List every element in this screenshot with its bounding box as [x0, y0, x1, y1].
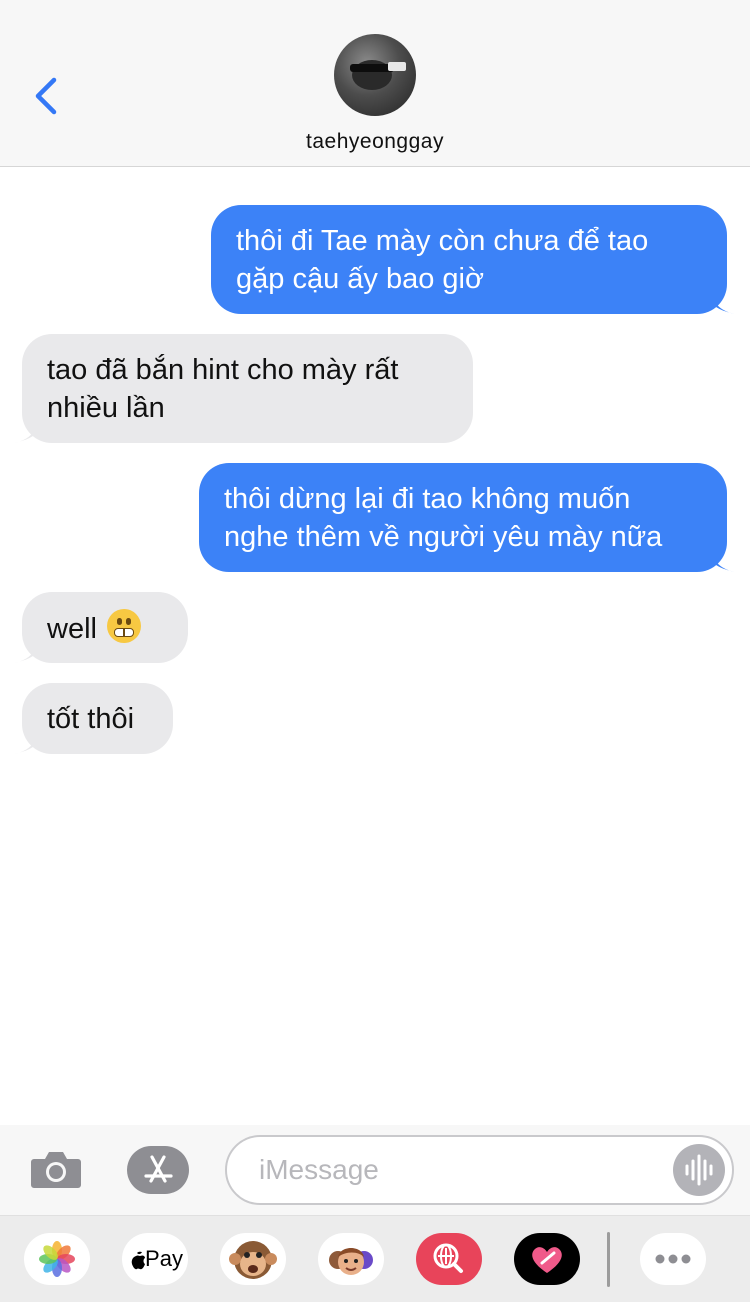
drawer-divider — [607, 1232, 610, 1287]
app-store-icon[interactable] — [127, 1146, 189, 1194]
message-input-placeholder: iMessage — [259, 1154, 379, 1185]
photos-icon[interactable] — [24, 1233, 90, 1285]
message-text: well — [47, 613, 97, 645]
camera-icon[interactable] — [30, 1149, 82, 1189]
message-line: gặp cậu ấy bao giờ — [236, 263, 484, 295]
app-drawer: Pay — [0, 1215, 750, 1302]
chevron-left-icon[interactable] — [30, 72, 66, 120]
memoji-stickers-icon[interactable] — [318, 1233, 384, 1285]
message-input-bar: iMessage — [0, 1125, 750, 1215]
message-line: thôi dừng lại đi tao không muốn — [224, 483, 631, 515]
contact-name[interactable]: taehyeonggay — [0, 130, 750, 154]
message-line: nghe thêm về người yêu mày nữa — [224, 521, 663, 553]
message-bubble-received[interactable]: tốt thôi — [13, 683, 173, 754]
message-line: nhiều lần — [47, 392, 165, 424]
web-images-search-icon[interactable] — [416, 1233, 482, 1285]
message-line: thôi đi Tae mày còn chưa để tao — [236, 225, 649, 257]
message-line: tao đã bắn hint cho mày rất — [47, 354, 399, 386]
animoji-monkey-icon[interactable] — [220, 1233, 286, 1285]
apple-pay-label: Pay — [145, 1246, 183, 1271]
conversation-header: taehyeonggay — [0, 0, 750, 167]
message-text: tốt thôi — [47, 703, 135, 735]
more-icon[interactable] — [640, 1233, 706, 1285]
apple-pay-button[interactable]: Pay — [122, 1233, 188, 1285]
avatar[interactable] — [334, 34, 416, 116]
message-bubble-sent[interactable]: thôi đi Tae mày còn chưa để tao gặp cậu … — [211, 205, 736, 314]
message-bubble-received[interactable]: tao đã bắn hint cho mày rất nhiều lần — [13, 334, 473, 443]
audio-waveform-icon[interactable] — [673, 1144, 725, 1196]
grimacing-face-emoji — [106, 609, 141, 643]
message-bubble-sent[interactable]: thôi dừng lại đi tao không muốn nghe thê… — [199, 463, 736, 572]
message-bubble-received[interactable]: well — [13, 592, 188, 663]
digital-touch-heart-icon[interactable] — [514, 1233, 580, 1285]
message-input[interactable]: iMessage — [225, 1135, 734, 1205]
